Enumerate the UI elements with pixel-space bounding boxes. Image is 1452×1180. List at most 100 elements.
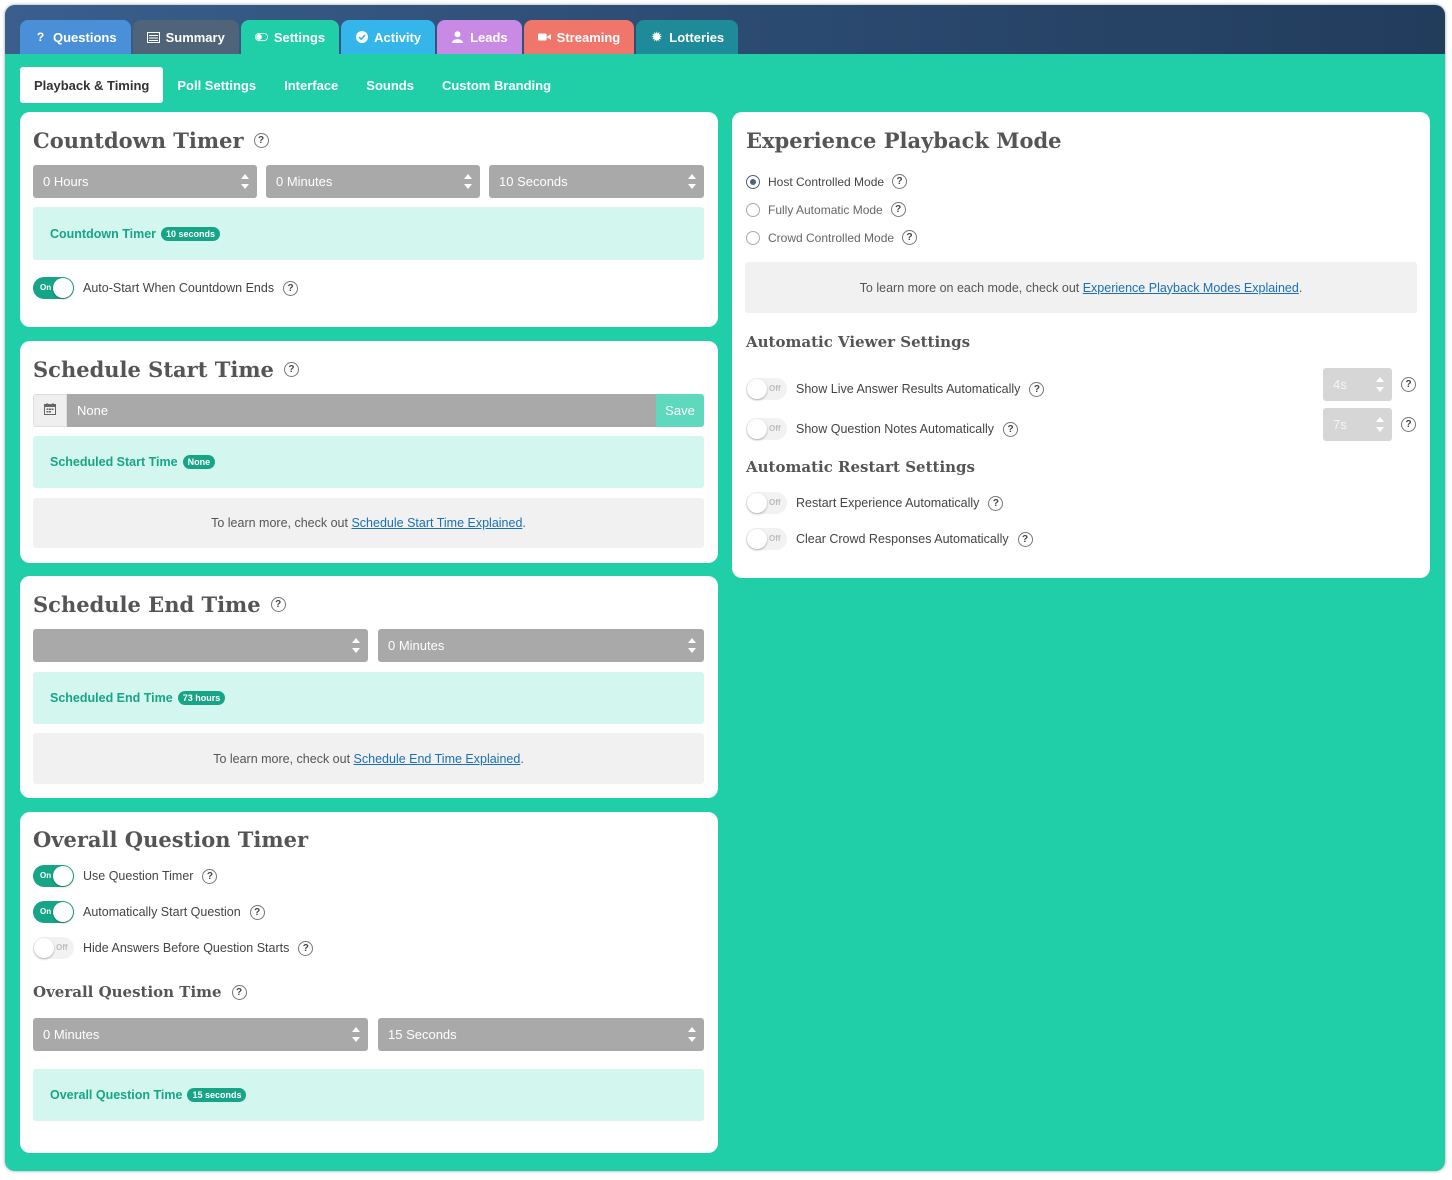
info-link[interactable]: Schedule Start Time Explained [351,516,522,530]
subtab-sounds[interactable]: Sounds [352,67,428,103]
info-link[interactable]: Experience Playback Modes Explained [1083,281,1299,295]
toggle-label: Show Question Notes Automatically [796,422,995,436]
autostart-row: On Auto-Start When Countdown Ends ? [33,277,299,299]
mode-option-crowd[interactable]: Crowd Controlled Mode ? [746,230,918,245]
radio-button[interactable] [746,202,760,217]
hours-select[interactable]: 0 Hours [33,165,257,198]
tab-summary[interactable]: Summary [132,20,239,54]
help-icon[interactable]: ? [988,495,1004,511]
select-arrows-icon [688,1027,696,1042]
tab-streaming[interactable]: Streaming [523,20,635,54]
card-title: Countdown Timer [33,128,244,153]
toggle-knob [747,529,767,549]
select-arrows-icon [352,1027,360,1042]
radio-button[interactable] [746,230,760,245]
schedule-start-info: To learn more, check out Schedule Start … [33,498,704,548]
help-icon[interactable]: ? [890,202,906,217]
question-timer-heading: Overall Question Timer [33,827,308,852]
toggle-label: Clear Crowd Responses Automatically [796,532,1009,546]
info-suffix: . [520,751,524,766]
select-value: 4s [1333,377,1347,392]
tab-questions[interactable]: ? Questions [20,20,131,54]
end-minutes-select[interactable]: 0 Minutes [378,629,704,662]
save-button[interactable]: Save [656,394,704,427]
help-icon[interactable]: ? [1017,531,1033,547]
select-value: 0 Minutes [276,174,333,189]
help-icon[interactable]: ? [1401,417,1416,432]
mode-option-automatic[interactable]: Fully Automatic Mode ? [746,202,906,217]
help-icon[interactable]: ? [283,280,299,296]
hide-answers-toggle[interactable]: Off [33,937,74,959]
info-text: To learn more, check out [211,516,352,530]
use-question-timer-toggle[interactable]: On [33,865,74,887]
live-results-toggle[interactable]: Off [746,378,787,400]
countdown-timer-heading: Countdown Timer ? [33,128,269,153]
toggle-knob [53,278,73,298]
question-notes-toggle[interactable]: Off [746,418,787,440]
tab-label: Activity [374,29,422,45]
tab-activity[interactable]: Activity [341,20,436,54]
info-text: To learn more, check out [213,751,354,766]
info-link[interactable]: Schedule End Time Explained [354,752,521,766]
section-title: Automatic Viewer Settings [746,333,971,351]
help-icon[interactable]: ? [1003,421,1019,437]
seconds-select[interactable]: 10 Seconds [489,165,704,198]
start-date-input[interactable]: None [67,394,656,427]
calendar-icon [44,402,56,420]
app-frame: ? Questions Summary Settings Activity Le… [5,5,1445,1171]
schedule-start-card: Schedule Start Time ? None Save Schedule… [20,341,718,563]
toggle-label: Auto-Start When Countdown Ends [83,281,275,295]
summary-label: Scheduled End Time [50,691,173,705]
mode-option-host[interactable]: Host Controlled Mode ? [746,174,908,189]
help-icon[interactable]: ? [231,984,247,1000]
help-icon[interactable]: ? [270,597,286,612]
hide-answers-row: Off Hide Answers Before Question Starts … [33,937,314,959]
question-seconds-select[interactable]: 15 Seconds [378,1018,704,1051]
tab-lotteries[interactable]: ✹ Lotteries [636,20,739,54]
summary-badge: 15 seconds [187,1088,247,1102]
toggle-state: On [40,283,52,292]
select-arrows-icon [1376,417,1384,432]
end-hours-select[interactable] [33,629,368,662]
tab-label: Leads [470,29,508,45]
playback-mode-heading: Experience Playback Mode [746,128,1062,153]
tab-label: Settings [273,29,326,45]
toggle-state: Off [769,424,781,433]
help-icon[interactable]: ? [202,868,218,884]
video-icon [537,32,551,42]
toggle-knob [747,379,767,399]
help-icon[interactable]: ? [298,940,314,956]
toggle-icon [254,32,268,42]
radio-label: Fully Automatic Mode [768,202,883,217]
list-icon [146,31,160,43]
toggle-knob [34,938,54,958]
help-icon[interactable]: ? [283,362,299,377]
autostart-toggle[interactable]: On [33,277,74,299]
subtab-poll-settings[interactable]: Poll Settings [163,67,270,103]
help-icon[interactable]: ? [253,133,269,148]
help-icon[interactable]: ? [1401,377,1416,392]
tab-settings[interactable]: Settings [240,20,340,54]
help-icon[interactable]: ? [249,904,265,920]
calendar-button[interactable] [33,394,67,427]
tab-leads[interactable]: Leads [437,20,522,54]
restart-experience-toggle[interactable]: Off [746,492,787,514]
subtab-custom-branding[interactable]: Custom Branding [428,67,565,103]
auto-start-question-toggle[interactable]: On [33,901,74,923]
question-timer-card: Overall Question Timer On Use Question T… [20,812,718,1153]
help-icon[interactable]: ? [1029,381,1045,397]
question-notes-delay-select[interactable]: 7s [1323,408,1392,441]
card-title: Schedule End Time [33,592,261,617]
live-results-delay-select[interactable]: 4s [1323,368,1392,401]
clear-responses-toggle[interactable]: Off [746,528,787,550]
minutes-select[interactable]: 0 Minutes [266,165,480,198]
question-minutes-select[interactable]: 0 Minutes [33,1018,368,1051]
help-icon[interactable]: ? [902,230,918,245]
help-icon[interactable]: ? [892,174,908,189]
subtab-interface[interactable]: Interface [270,67,352,103]
toggle-label: Automatically Start Question [83,905,241,919]
subtab-playback-timing[interactable]: Playback & Timing [20,67,164,103]
gear-icon: ✹ [651,30,662,44]
select-value: 0 Minutes [388,638,445,653]
radio-button[interactable] [746,174,760,189]
